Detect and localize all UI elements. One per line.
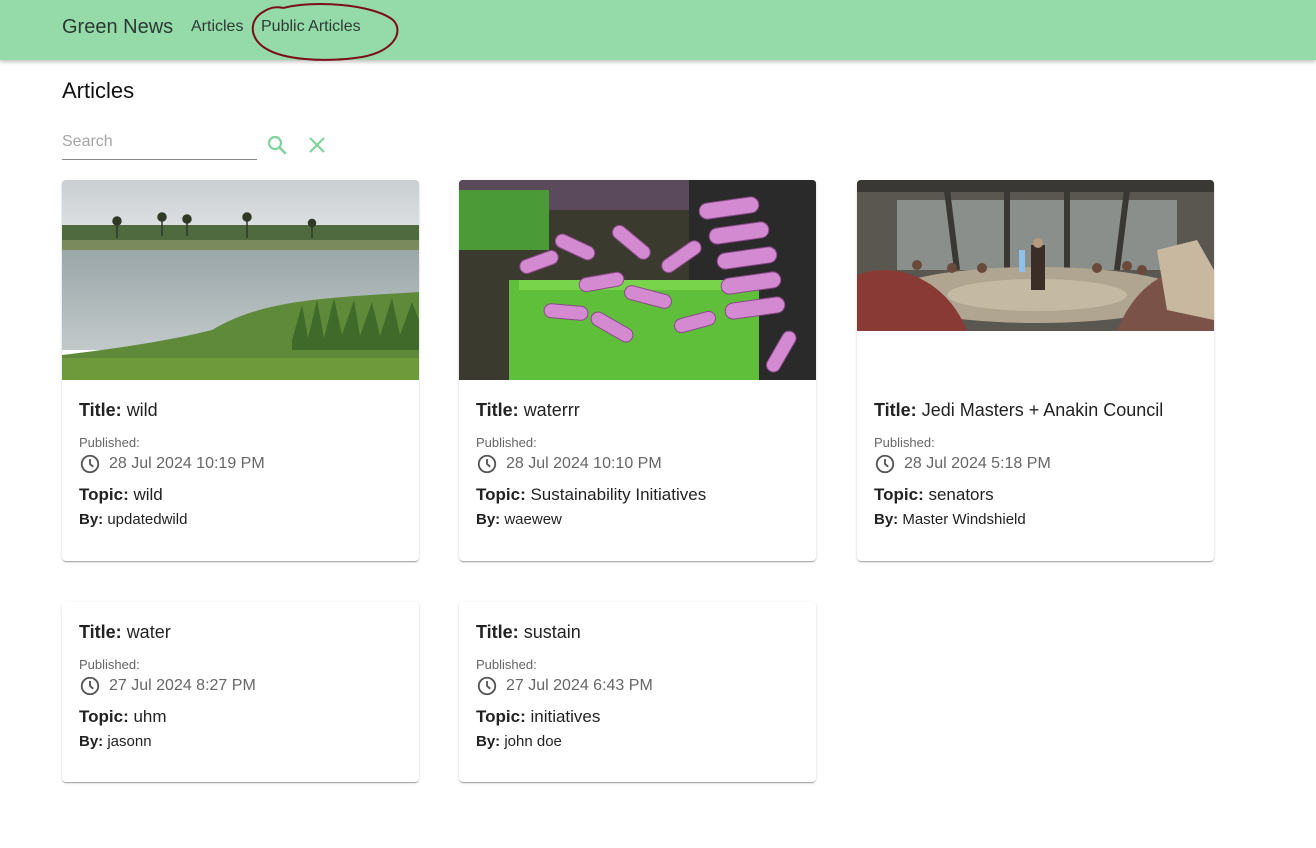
clock-icon [875, 454, 895, 474]
author-value: updatedwild [107, 511, 188, 528]
article-author: By: updatedwild [79, 511, 409, 528]
title-label: Title: [476, 622, 519, 642]
title-value: wild [126, 400, 158, 420]
published-label: Published: [79, 435, 140, 450]
article-topic: Topic: Sustainability Initiatives [476, 485, 806, 505]
title-label: Title: [874, 400, 917, 420]
topic-label: Topic: [476, 485, 526, 504]
card-content: Title: water Published: 27 Jul 2024 8:27… [79, 622, 409, 750]
article-title: Title: water [79, 622, 409, 643]
article-title: Title: sustain [476, 622, 806, 643]
published-date: 28 Jul 2024 10:19 PM [79, 453, 409, 475]
app-header: Green News Articles Public Articles [0, 0, 1316, 60]
topic-label: Topic: [79, 707, 129, 726]
search-input[interactable] [62, 128, 257, 156]
article-title: Title: wild [79, 400, 409, 421]
by-label: By: [476, 733, 501, 750]
article-author: By: jasonn [79, 733, 409, 750]
topic-label: Topic: [476, 707, 526, 726]
published-date: 27 Jul 2024 6:43 PM [476, 675, 806, 697]
date-value: 28 Jul 2024 10:19 PM [109, 455, 265, 472]
brand-title[interactable]: Green News [62, 16, 173, 39]
page-title: Articles [62, 78, 135, 103]
published-label: Published: [874, 435, 935, 450]
article-card[interactable]: Title: wild Published: 28 Jul 2024 10:19… [62, 180, 419, 561]
clear-search-button[interactable] [305, 133, 329, 157]
article-image [459, 180, 816, 380]
clock-icon [80, 676, 100, 696]
topic-value: initiatives [530, 707, 601, 726]
search-icon [267, 135, 287, 155]
card-content: Title: wild Published: 28 Jul 2024 10:19… [79, 400, 409, 528]
by-label: By: [79, 733, 104, 750]
date-value: 28 Jul 2024 5:18 PM [904, 455, 1051, 472]
title-label: Title: [79, 400, 122, 420]
clock-icon [477, 676, 497, 696]
article-card[interactable]: Title: sustain Published: 27 Jul 2024 6:… [459, 602, 816, 782]
title-label: Title: [476, 400, 519, 420]
nav-articles-link[interactable]: Articles [191, 18, 243, 36]
close-icon [309, 137, 325, 153]
topic-label: Topic: [874, 485, 924, 504]
title-label: Title: [79, 622, 122, 642]
topic-value: uhm [133, 707, 167, 726]
card-content: Title: waterrr Published: 28 Jul 2024 10… [476, 400, 806, 528]
article-image [857, 180, 1214, 331]
topic-label: Topic: [79, 485, 129, 504]
article-topic: Topic: wild [79, 485, 409, 505]
article-author: By: Master Windshield [874, 511, 1204, 528]
author-value: john doe [504, 733, 562, 750]
title-value: waterrr [523, 400, 580, 420]
date-value: 28 Jul 2024 10:10 PM [506, 455, 662, 472]
date-value: 27 Jul 2024 6:43 PM [506, 677, 653, 694]
nav-public-articles-link[interactable]: Public Articles [261, 18, 361, 36]
title-value: water [126, 622, 171, 642]
published-label: Published: [476, 657, 537, 672]
article-image [62, 180, 419, 380]
card-content: Title: sustain Published: 27 Jul 2024 6:… [476, 622, 806, 750]
published-date: 27 Jul 2024 8:27 PM [79, 675, 409, 697]
published-date: 28 Jul 2024 5:18 PM [874, 453, 1204, 475]
topic-value: Sustainability Initiatives [530, 485, 707, 504]
by-label: By: [874, 511, 899, 528]
article-title: Title: waterrr [476, 400, 806, 421]
article-card[interactable]: Title: water Published: 27 Jul 2024 8:27… [62, 602, 419, 782]
card-content: Title: Jedi Masters + Anakin Council Pub… [874, 400, 1204, 528]
search-button[interactable] [265, 133, 289, 157]
article-topic: Topic: senators [874, 485, 1204, 505]
date-value: 27 Jul 2024 8:27 PM [109, 677, 256, 694]
topic-value: senators [928, 485, 994, 504]
article-card[interactable]: Title: waterrr Published: 28 Jul 2024 10… [459, 180, 816, 561]
topic-value: wild [133, 485, 163, 504]
title-value: Jedi Masters + Anakin Council [921, 400, 1164, 420]
clock-icon [477, 454, 497, 474]
author-value: waewew [504, 511, 562, 528]
article-topic: Topic: initiatives [476, 707, 806, 727]
author-value: Master Windshield [902, 511, 1026, 528]
published-date: 28 Jul 2024 10:10 PM [476, 453, 806, 475]
article-title: Title: Jedi Masters + Anakin Council [874, 400, 1204, 421]
title-value: sustain [523, 622, 581, 642]
clock-icon [80, 454, 100, 474]
article-topic: Topic: uhm [79, 707, 409, 727]
by-label: By: [476, 511, 501, 528]
article-card[interactable]: Title: Jedi Masters + Anakin Council Pub… [857, 180, 1214, 561]
search-field [62, 128, 257, 160]
published-label: Published: [79, 657, 140, 672]
published-label: Published: [476, 435, 537, 450]
article-author: By: john doe [476, 733, 806, 750]
by-label: By: [79, 511, 104, 528]
author-value: jasonn [107, 733, 152, 750]
article-author: By: waewew [476, 511, 806, 528]
